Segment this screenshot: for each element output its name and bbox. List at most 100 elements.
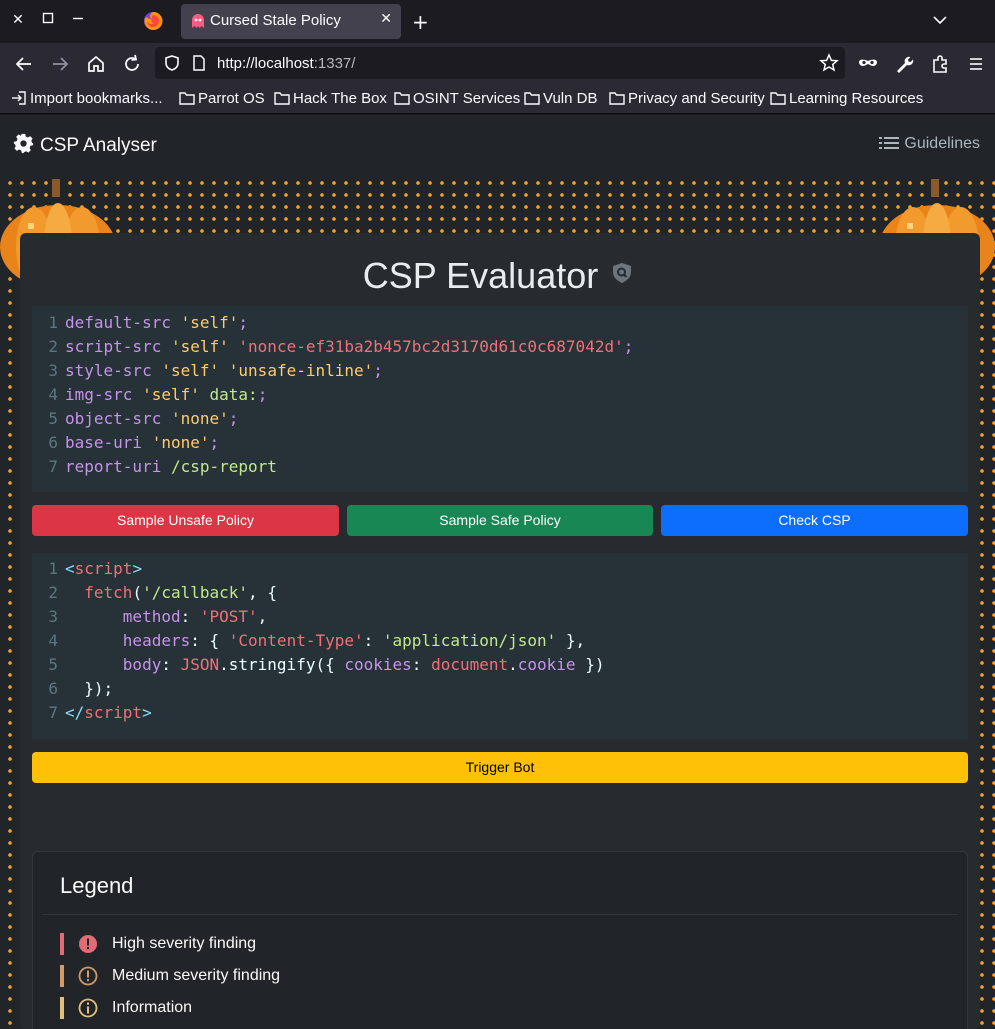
firefox-icon[interactable] — [142, 10, 164, 32]
new-tab-icon[interactable]: + — [412, 10, 429, 34]
code-token: 'unsafe-inline' — [228, 361, 374, 380]
window-close-icon[interactable]: ✕ — [8, 10, 28, 30]
folder-icon — [770, 92, 786, 105]
code-line[interactable]: 2 script-src 'self' 'nonce-ef31ba2b457bc2… — [32, 335, 968, 359]
line-number: 6 — [48, 679, 58, 698]
hamburger-menu-icon[interactable] — [965, 53, 987, 75]
bookmark-import[interactable]: Import bookmarks... — [11, 90, 163, 107]
payload-editor[interactable]: 1 <script> 2 fetch('/callback', {3 method:… — [32, 553, 968, 739]
code-token: 'self' — [142, 385, 200, 404]
home-icon[interactable] — [85, 53, 107, 75]
line-number: 3 — [48, 607, 58, 626]
code-token: < — [65, 559, 75, 578]
code-token: 'self' — [170, 337, 229, 356]
brand[interactable]: CSP Analyser — [13, 133, 157, 157]
code-line[interactable]: 5 body: JSON.stringify({ cookies: docume… — [32, 653, 968, 677]
url-bar[interactable]: http://localhost:1337/ — [155, 47, 845, 79]
bookmark-parrot-os[interactable]: Parrot OS — [179, 90, 265, 107]
browser-tab-bar: ✕ Cursed Stale Policy ✕ + — [0, 0, 995, 43]
bookmark-privacy-security[interactable]: Privacy and Security — [609, 90, 765, 107]
private-mask-icon[interactable] — [857, 53, 879, 75]
bookmark-learning-resources[interactable]: Learning Resources — [770, 90, 923, 107]
tab-cursed-stale-policy[interactable]: Cursed Stale Policy ✕ — [181, 4, 401, 39]
shield-tracking-icon[interactable] — [163, 54, 181, 72]
bookmark-hack-the-box[interactable]: Hack The Box — [274, 90, 387, 107]
code-token: base-uri — [65, 433, 143, 452]
code-token: script — [74, 559, 133, 578]
code-line[interactable]: 1 default-src 'self'; — [32, 311, 968, 335]
code-line[interactable]: 5 object-src 'none'; — [32, 407, 968, 431]
code-token: .stringify({ — [219, 655, 345, 674]
guidelines-link[interactable]: Guidelines — [879, 135, 980, 153]
code-token: , { — [248, 583, 277, 602]
code-line[interactable]: 4 headers: { 'Content-Type': 'applicatio… — [32, 629, 968, 653]
bookmark-vuln-db[interactable]: Vuln DB — [524, 90, 597, 107]
folder-icon — [524, 92, 540, 105]
list-icon — [879, 137, 900, 149]
bookmark-osint-services[interactable]: OSINT Services — [394, 90, 520, 107]
code-token: : — [363, 631, 383, 650]
code-token: headers — [122, 631, 191, 650]
bookmarks-toolbar: Import bookmarks... Parrot OS Hack The B… — [0, 84, 995, 114]
code-token: '/callback' — [142, 583, 249, 602]
forward-icon[interactable] — [49, 53, 71, 75]
window-minimize-icon[interactable] — [68, 10, 88, 30]
sample-unsafe-policy-button[interactable]: Sample Unsafe Policy — [32, 505, 339, 536]
legend-divider — [43, 914, 957, 915]
code-token: 'POST' — [199, 607, 258, 626]
code-token: : — [180, 607, 200, 626]
check-csp-button[interactable]: Check CSP — [661, 505, 968, 536]
sample-safe-policy-button[interactable]: Sample Safe Policy — [347, 505, 653, 536]
csp-policy-editor[interactable]: 1 default-src 'self'; 2 script-src 'self' '… — [32, 306, 968, 492]
gear-icon — [13, 133, 34, 154]
code-token: report-uri — [65, 457, 162, 476]
extensions-icon[interactable] — [929, 53, 951, 75]
code-token: > — [132, 559, 143, 578]
code-line[interactable]: 2 fetch('/callback', { — [32, 581, 968, 605]
code-token: ; — [373, 361, 383, 380]
code-token: default-src — [65, 313, 171, 332]
list-all-tabs-icon[interactable] — [930, 10, 950, 30]
code-line[interactable]: 1 <script> — [32, 557, 968, 581]
line-number: 4 — [48, 385, 58, 404]
code-line[interactable]: 6 }); — [32, 677, 968, 701]
code-line[interactable]: 3 method: 'POST', — [32, 605, 968, 629]
legend-label: Information — [112, 999, 193, 1016]
code-token: </ — [65, 703, 85, 722]
code-token: method — [122, 607, 181, 626]
import-icon — [12, 91, 26, 105]
code-token: : { — [190, 631, 229, 650]
wrench-icon[interactable] — [893, 53, 915, 75]
trigger-bot-button[interactable]: Trigger Bot — [32, 752, 968, 783]
browser-nav-bar: http://localhost:1337/ — [0, 43, 995, 84]
tab-close-icon[interactable]: ✕ — [380, 11, 392, 27]
window-maximize-icon[interactable] — [38, 10, 58, 30]
code-token: }, — [556, 631, 586, 650]
code-line[interactable]: 7 report-uri /csp-report — [32, 455, 968, 479]
code-token: 'none' — [151, 433, 210, 452]
severity-bar — [60, 965, 64, 987]
code-line[interactable]: 3 style-src 'self' 'unsafe-inline'; — [32, 359, 968, 383]
code-token: body — [122, 655, 162, 674]
code-line[interactable]: 4 img-src 'self' data:; — [32, 383, 968, 407]
code-token: }); — [65, 679, 114, 698]
legend-label: Medium severity finding — [112, 967, 281, 984]
code-token: 'nonce-ef31ba2b457bc2d3170d61c0c687042d' — [238, 337, 624, 356]
code-line[interactable]: 6 base-uri 'none'; — [32, 431, 968, 455]
folder-icon — [274, 92, 290, 105]
back-icon[interactable] — [13, 53, 35, 75]
legend-title: Legend — [60, 873, 134, 898]
shield-search-icon — [613, 263, 632, 283]
code-line[interactable]: 7 </script> — [32, 701, 968, 725]
bookmark-star-icon[interactable] — [819, 53, 839, 73]
reload-icon[interactable] — [121, 53, 143, 75]
page-info-icon[interactable] — [191, 54, 207, 72]
line-number: 1 — [48, 559, 58, 578]
